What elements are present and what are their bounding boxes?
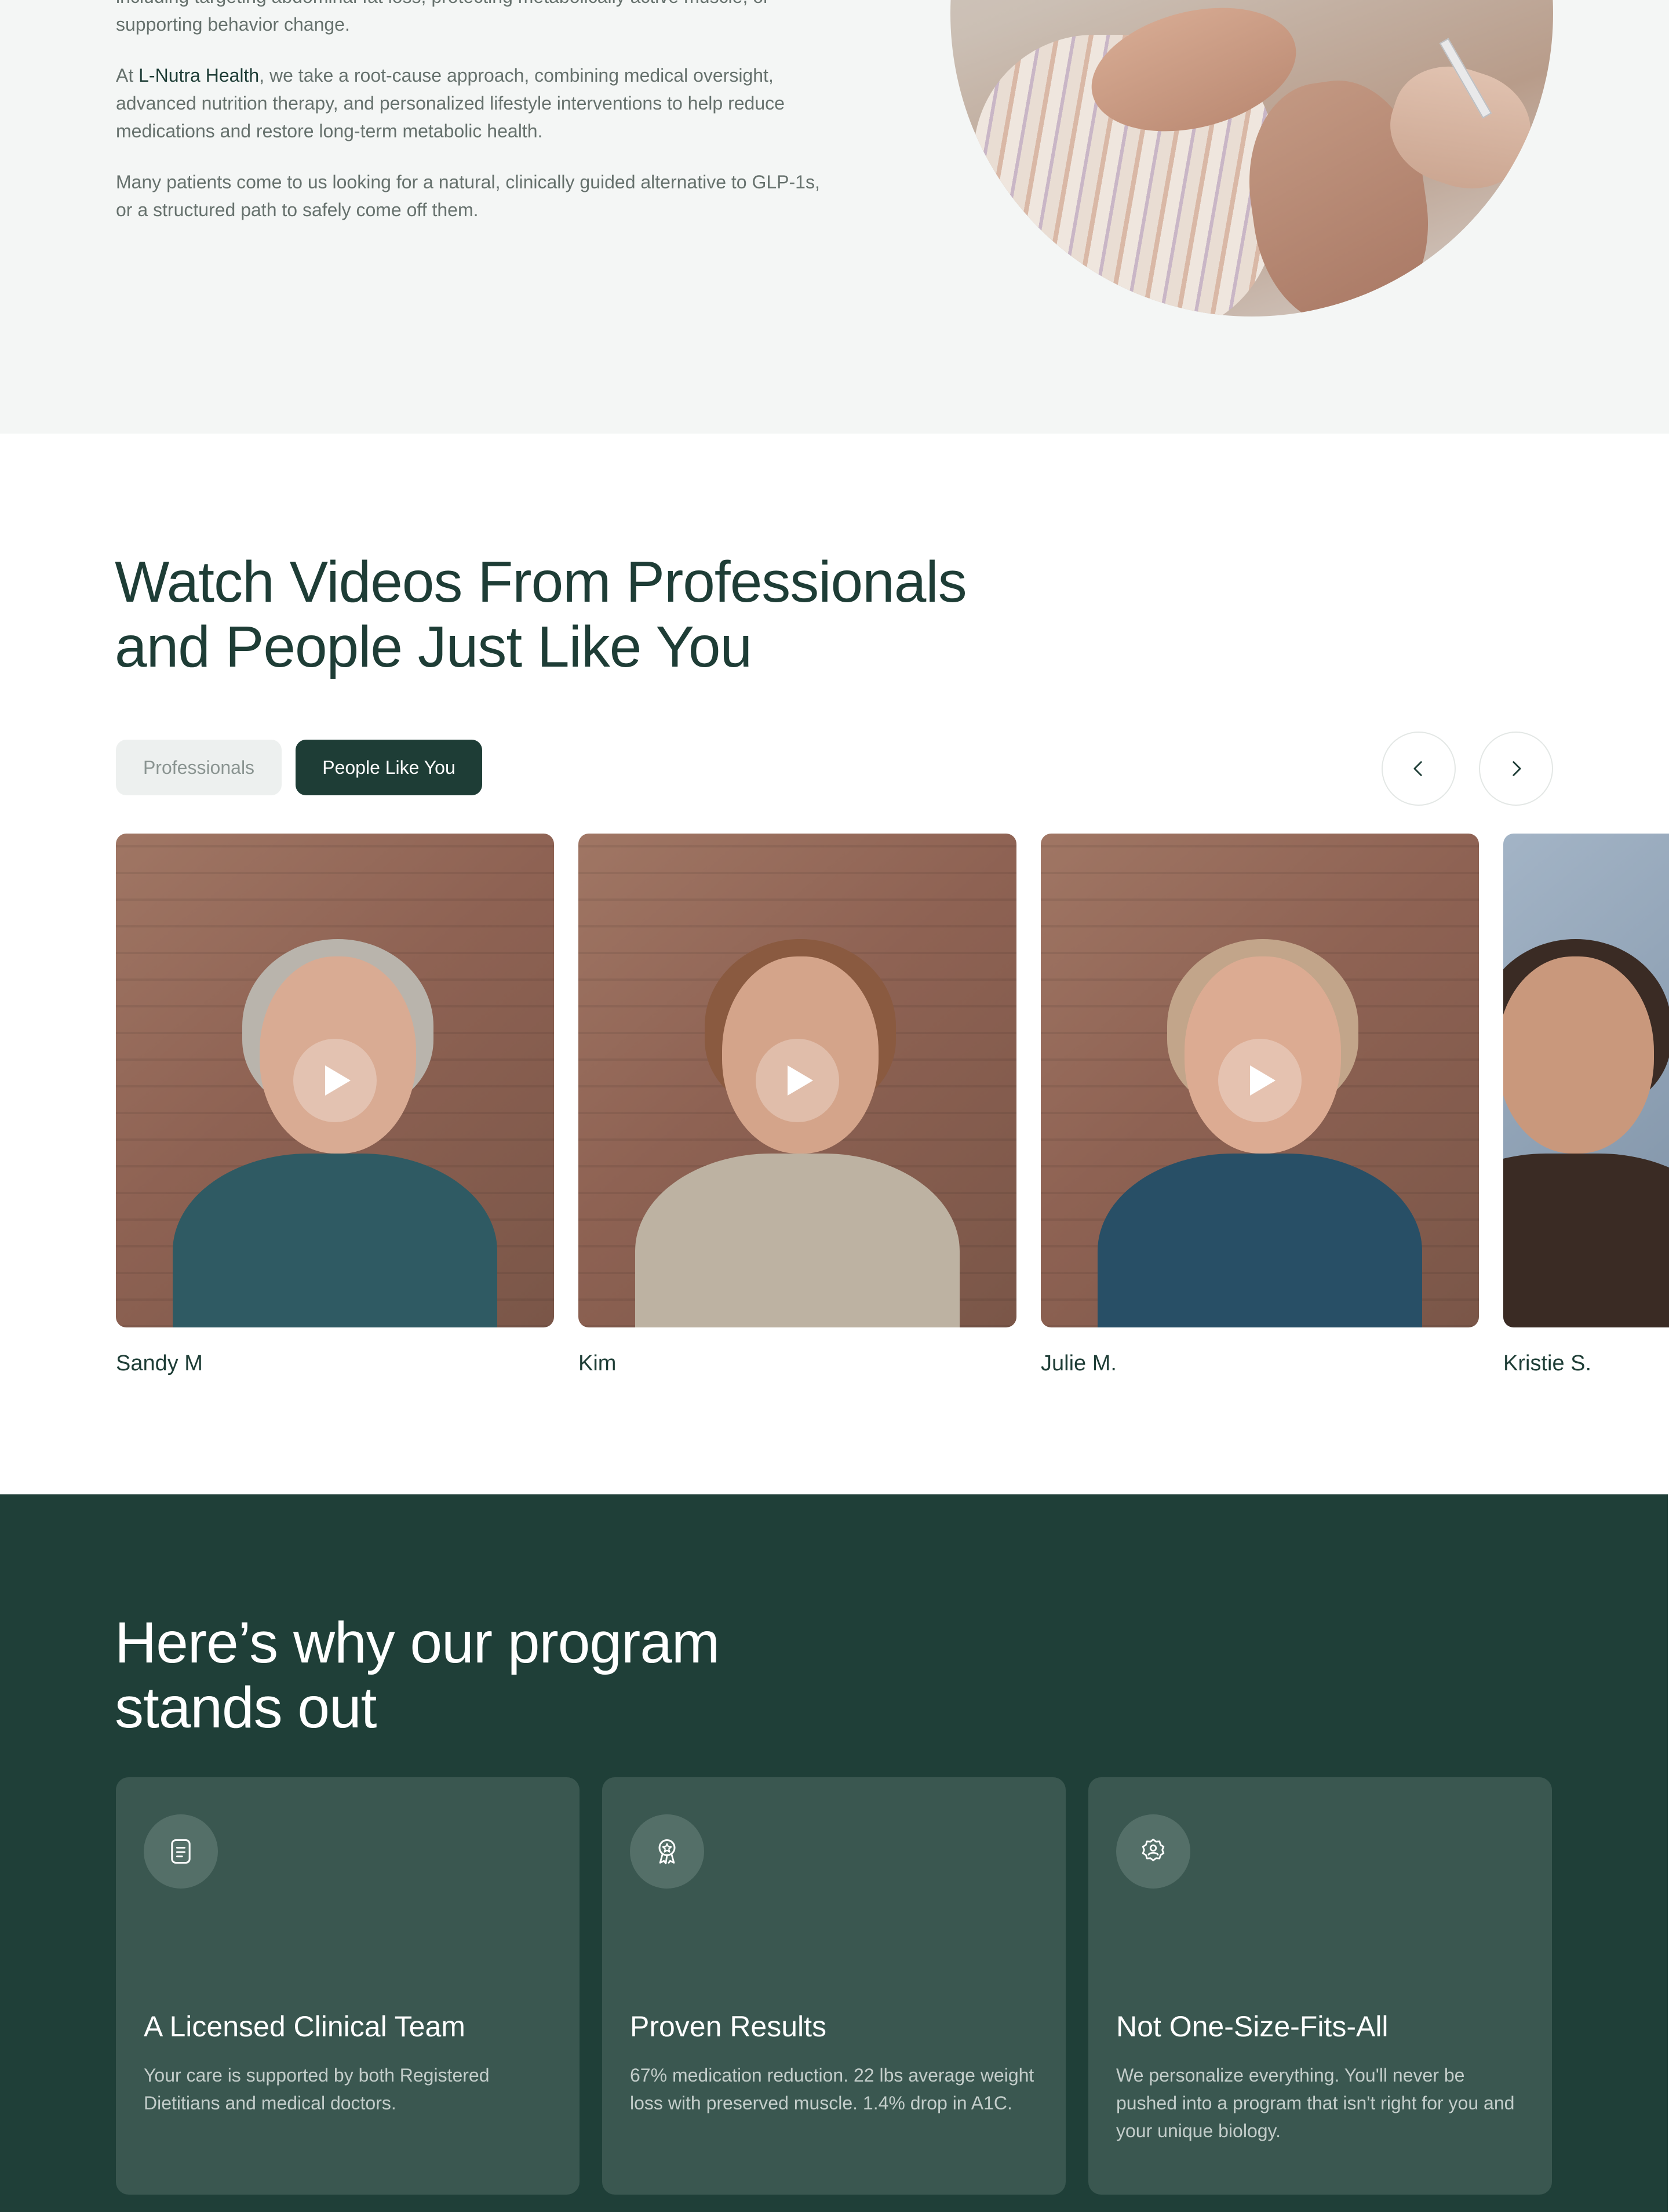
video-person-name: Kristie S. [1503,1351,1592,1376]
intro-paragraph-3: Many patients come to us looking for a n… [116,172,820,220]
video-thumbnail[interactable] [116,834,554,1327]
intro-paragraph-1: including targeting abdominal fat loss, … [116,0,770,35]
carousel-next-button[interactable] [1479,732,1553,806]
feature-title: Proven Results [630,2010,827,2043]
feature-card: Proven Results 67% medication reduction.… [602,1777,1066,2195]
feature-card: Not One-Size-Fits-All We personalize eve… [1088,1777,1552,2195]
chevron-right-icon [1513,761,1521,776]
chevron-left-icon [1413,761,1422,776]
feature-title: Not One-Size-Fits-All [1116,2010,1389,2043]
videos-heading-line-1: Watch Videos From Professionals [115,550,967,614]
play-icon[interactable] [293,1039,377,1122]
brand-name: L-Nutra Health [139,65,260,86]
video-card[interactable]: Julie M. [1041,834,1479,1377]
injection-photo [950,0,1553,316]
video-thumbnail[interactable] [1503,834,1669,1327]
video-card[interactable]: Kristie S. [1503,834,1669,1377]
tab-people-like-you[interactable]: People Like You [296,740,482,795]
intro-text: including targeting abdominal fat loss, … [116,0,829,247]
video-card[interactable]: Kim [578,834,1016,1377]
award-ribbon-icon [630,1814,704,1889]
feature-text: 67% medication reduction. 22 lbs average… [630,2065,1034,2113]
intro-section: including targeting abdominal fat loss, … [0,0,1669,434]
document-icon [144,1814,218,1889]
play-icon[interactable] [1218,1039,1302,1122]
video-card[interactable]: Sandy M [116,834,554,1377]
videos-heading-line-2: and People Just Like You [115,614,752,679]
carousel-prev-button[interactable] [1382,732,1456,806]
videos-section: Watch Videos From Professionals and Peop… [0,434,1669,1494]
tab-professionals[interactable]: Professionals [116,740,282,795]
feature-text: We personalize everything. You'll never … [1116,2065,1515,2141]
intro-approach-prefix: At [116,65,139,86]
video-thumbnail[interactable] [578,834,1016,1327]
videos-heading: Watch Videos From Professionals and Peop… [115,550,1100,679]
video-person-name: Sandy M [116,1351,203,1376]
video-person-name: Kim [578,1351,617,1376]
video-person-name: Julie M. [1041,1351,1117,1376]
feature-title: A Licensed Clinical Team [144,2010,465,2043]
intro-paragraph-2: At L-Nutra Health, we take a root-cause … [116,61,829,145]
feature-text: Your care is supported by both Registere… [144,2065,490,2113]
why-heading: Here’s why our program stands out [115,1610,810,1740]
why-section: Here’s why our program stands out A Lice… [0,1494,1668,2212]
why-heading-line-2: stands out [115,1675,377,1740]
person-badge-icon [1116,1814,1190,1889]
video-thumbnail[interactable] [1041,834,1479,1327]
play-icon[interactable] [756,1039,839,1122]
why-heading-line-1: Here’s why our program [115,1610,720,1675]
feature-card: A Licensed Clinical Team Your care is su… [116,1777,580,2195]
